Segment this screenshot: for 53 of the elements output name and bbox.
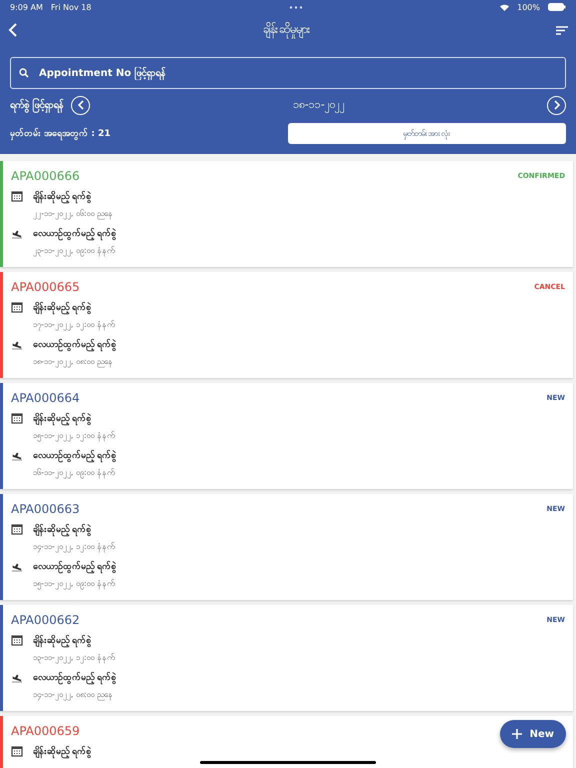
calendar-icon [11, 745, 23, 757]
date-label: လေယာဉ်ထွက်မည့် ရက်စွဲ [33, 338, 116, 351]
calendar-icon [11, 301, 23, 313]
appointment-id: APA000663 [11, 502, 80, 516]
date-value: ၁၄-၁၁-၂၀၂၂, ၁၂:၀၀ နံနက် [33, 541, 114, 553]
sort-icon[interactable] [556, 26, 568, 34]
date-label: ချိန်းဆိုမည့် ရက်စွဲ [33, 745, 92, 758]
selected-date: ၁၈-၁၁-၂၀၂၂ [292, 97, 346, 113]
date-label: ချိန်းဆိုမည့် ရက်စွဲ [33, 523, 92, 536]
date-label: ချိန်းဆိုမည့် ရက်စွဲ [33, 634, 92, 647]
status-time: 9:09 AM [10, 2, 43, 12]
record-count: မှတ်တမ်း အရေအတွက် : 21 [10, 127, 111, 140]
battery-icon [548, 3, 566, 11]
date-value: ၂၂-၁၁-၂၀၂၂, ၀၆:၀၀ ညနေ [33, 208, 114, 220]
date-label: ချိန်းဆိုမည့် ရက်စွဲ [33, 412, 92, 425]
back-icon[interactable] [8, 23, 18, 37]
date-value: ၁၅-၁၁-၂၀၂၂, ၀၉:၀၀ နံနက် [33, 578, 116, 590]
appointment-id: APA000662 [11, 613, 80, 627]
appointment-id: APA000659 [11, 724, 80, 738]
more-icon [288, 6, 303, 8]
search-icon [19, 68, 29, 78]
date-label: လေယာဉ်ထွက်မည့် ရက်စွဲ [33, 671, 116, 684]
calendar-icon [11, 634, 23, 646]
date-value: ၁၆-၁၁-၂၀၂၂, ၀၉:၀၀ နံနက် [33, 467, 116, 479]
calendar-icon [11, 412, 23, 424]
date-value: ၁၄-၁၁-၂၀၂၂, ၀၈:၀၀ ညနေ [33, 689, 114, 701]
date-filter-label: ရက်စွဲ ဖြင့်ရှာရန် [10, 98, 64, 112]
new-button[interactable]: New [500, 720, 566, 748]
date-value: ၁၃-၁၁-၂၀၂၂, ၁၂:၀၀ နံနက် [33, 652, 114, 664]
all-records-button[interactable]: မှတ်တမ်းအားလုံး [288, 123, 566, 144]
calendar-icon [11, 190, 23, 202]
date-label: ချိန်းဆိုမည့် ရက်စွဲ [33, 301, 92, 314]
appointment-id: APA000666 [11, 169, 80, 183]
date-value: ၁၅-၁၁-၂၀၂၂, ၁၂:၀၀ နံနက် [33, 430, 114, 442]
chevron-right-icon [552, 100, 560, 110]
chevron-left-icon [76, 100, 85, 110]
appointment-id: APA000664 [11, 391, 80, 405]
date-label: ချိန်းဆိုမည့် ရက်စွဲ [33, 190, 92, 203]
calendar-icon [11, 523, 23, 535]
status-date: Fri Nov 18 [50, 2, 92, 12]
previous-date-button[interactable] [71, 96, 90, 114]
date-value: ၁၇-၁၁-၂၀၂၂, ၁၂:၀၀ နံနက် [33, 319, 114, 331]
battery-percent: 100% [517, 2, 540, 12]
date-value: ၁၈-၁၁-၂၀၂၂, ၀၈:၀၀ ညနေ [33, 356, 114, 368]
appointment-id: APA000665 [11, 280, 80, 294]
date-label: လေယာဉ်ထွက်မည့် ရက်စွဲ [33, 560, 116, 573]
next-date-button[interactable] [547, 96, 566, 114]
date-value: ၂၃-၁၁-၂၀၂၂, ၀၉:၀၀ နံနက် [33, 245, 116, 257]
page-title: ချိန်းဆိုမှုများ [18, 21, 556, 39]
date-label: လေယာဉ်ထွက်မည့် ရက်စွဲ [33, 449, 116, 462]
plus-icon [512, 729, 522, 739]
date-label: လေယာဉ်ထွက်မည့် ရက်စွဲ [33, 227, 116, 240]
wifi-icon [500, 4, 510, 10]
